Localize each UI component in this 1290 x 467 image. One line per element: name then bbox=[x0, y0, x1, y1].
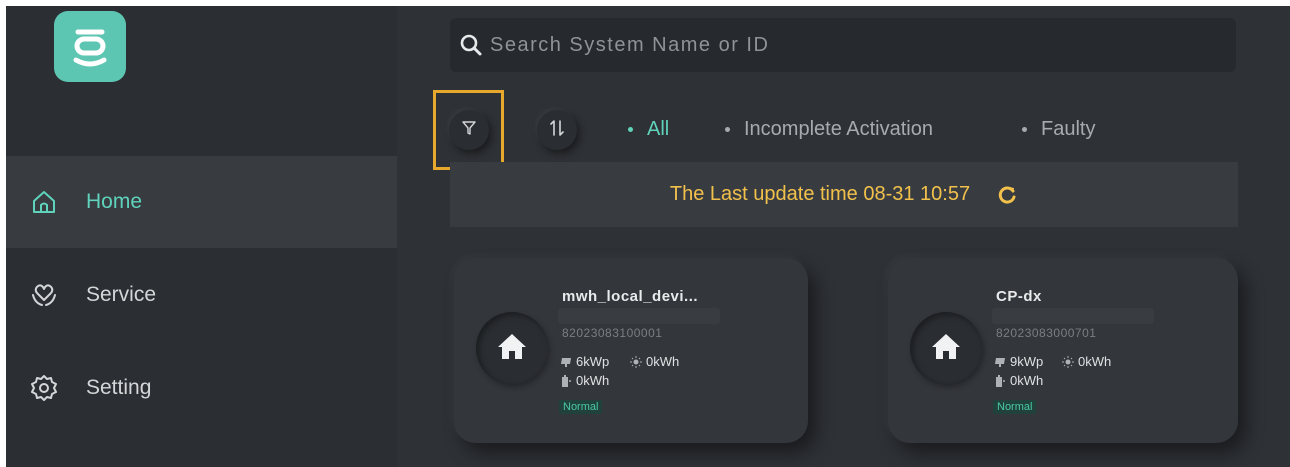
search-icon[interactable] bbox=[458, 32, 484, 58]
sidebar-item-label: Home bbox=[86, 190, 143, 213]
system-id: 82023083000701 bbox=[996, 326, 1097, 340]
last-update-text: The Last update time 08-31 10:57 bbox=[669, 183, 971, 205]
home-icon bbox=[497, 332, 527, 365]
energy-value: 0kWh bbox=[646, 354, 680, 369]
system-card[interactable]: mwh_local_devi... 82023083100001 6kWp 0k… bbox=[454, 258, 808, 443]
tab-dot bbox=[628, 127, 633, 132]
status-badge: Normal bbox=[559, 400, 603, 414]
home-outline-icon bbox=[30, 188, 58, 216]
search-input[interactable] bbox=[490, 33, 1190, 57]
energy-metric: 0kWh bbox=[630, 354, 679, 369]
id-highlight bbox=[992, 308, 1154, 324]
sun-icon bbox=[630, 355, 642, 368]
tab-all[interactable]: All bbox=[628, 118, 669, 141]
sidebar: Home Service Setting bbox=[6, 6, 397, 467]
update-bar: The Last update time 08-31 10:57 bbox=[450, 162, 1238, 227]
sun-icon bbox=[1062, 355, 1074, 368]
storage-metric: 0kWh bbox=[560, 373, 609, 388]
system-name: CP-dx bbox=[996, 288, 1042, 305]
system-name: mwh_local_devi... bbox=[562, 288, 699, 305]
tab-label: Faulty bbox=[1041, 118, 1096, 140]
system-card[interactable]: CP-dx 82023083000701 9kWp 0kWh 0kWh Norm… bbox=[888, 258, 1238, 443]
tab-label: Incomplete Activation bbox=[744, 118, 933, 140]
sort-icon bbox=[548, 119, 566, 142]
home-icon bbox=[931, 332, 961, 365]
pv-power-value: 6kWp bbox=[576, 354, 610, 369]
status-badge: Normal bbox=[993, 400, 1037, 414]
battery-icon bbox=[994, 374, 1006, 387]
filter-icon bbox=[462, 120, 476, 140]
refresh-icon[interactable] bbox=[996, 184, 1018, 206]
app-logo-icon bbox=[54, 11, 126, 82]
home-icon-container bbox=[476, 312, 548, 384]
sidebar-item-label: Setting bbox=[86, 376, 152, 399]
id-highlight bbox=[558, 308, 720, 324]
sidebar-item-service[interactable]: Service bbox=[6, 249, 397, 341]
heart-hands-icon bbox=[30, 281, 58, 309]
pv-power-value: 9kWp bbox=[1010, 354, 1044, 369]
system-id: 82023083100001 bbox=[562, 326, 663, 340]
tab-faulty[interactable]: Faulty bbox=[1022, 118, 1095, 141]
solar-panel-icon bbox=[994, 356, 1006, 368]
sidebar-item-setting[interactable]: Setting bbox=[6, 342, 397, 434]
tab-dot bbox=[1022, 127, 1027, 132]
tab-dot bbox=[725, 127, 730, 132]
energy-value: 0kWh bbox=[1078, 354, 1112, 369]
sidebar-item-home[interactable]: Home bbox=[6, 156, 397, 248]
home-icon-container bbox=[910, 312, 982, 384]
solar-panel-icon bbox=[560, 356, 572, 368]
storage-value: 0kWh bbox=[1010, 373, 1044, 388]
battery-icon bbox=[560, 374, 572, 387]
pv-power-metric: 6kWp bbox=[560, 354, 609, 369]
sidebar-item-label: Service bbox=[86, 283, 157, 306]
sort-button[interactable] bbox=[537, 110, 577, 150]
app-window: Home Service Setting Search System Name … bbox=[6, 6, 1290, 467]
energy-metric: 0kWh bbox=[1062, 354, 1111, 369]
tab-label: All bbox=[647, 118, 670, 140]
filter-button[interactable] bbox=[449, 110, 489, 150]
storage-metric: 0kWh bbox=[994, 373, 1043, 388]
tab-incomplete-activation[interactable]: Incomplete Activation bbox=[725, 118, 933, 141]
search-bar bbox=[450, 18, 1236, 72]
storage-value: 0kWh bbox=[576, 373, 610, 388]
gear-icon bbox=[30, 374, 58, 402]
pv-power-metric: 9kWp bbox=[994, 354, 1043, 369]
